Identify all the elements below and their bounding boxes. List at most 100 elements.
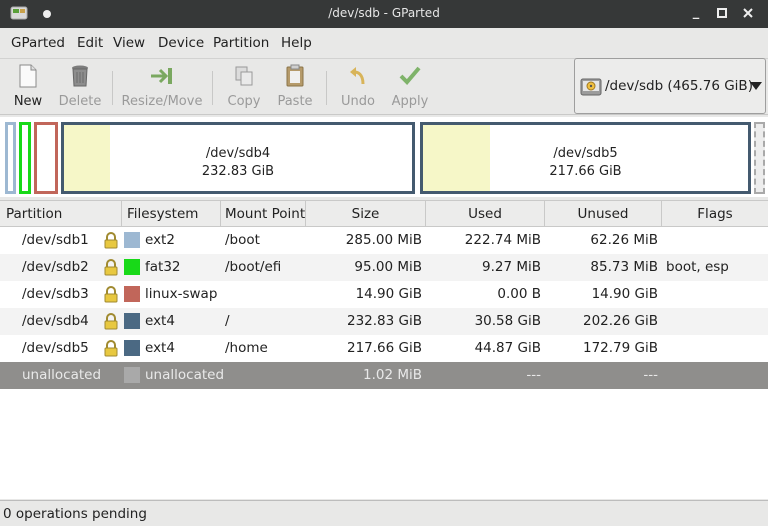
column-header-partition[interactable]: Partition (0, 201, 122, 227)
lock-icon (104, 313, 118, 330)
partition-map-sdb1[interactable] (5, 122, 16, 194)
maximize-button[interactable] (712, 3, 732, 23)
menu-edit[interactable]: Edit (77, 35, 103, 51)
table-row[interactable]: /dev/sdb1 ext2 /boot 285.00 MiB 222.74 M… (0, 227, 768, 254)
table-row[interactable]: /dev/sdb3 linux-swap 14.90 GiB 0.00 B 14… (0, 281, 768, 308)
cell-partition: /dev/sdb2 (22, 259, 89, 275)
cell-partition: unallocated (22, 367, 102, 383)
partition-map-sdb4[interactable]: /dev/sdb4 232.83 GiB (61, 122, 415, 194)
filesystem-color-swatch (124, 259, 140, 275)
minimize-button[interactable]: _ (686, 3, 706, 23)
partition-name: /dev/sdb5 (553, 146, 618, 161)
filesystem-color-swatch (124, 340, 140, 356)
cell-used: 30.58 GiB (474, 313, 541, 329)
menu-view[interactable]: View (113, 35, 145, 51)
undo-label: Undo (341, 94, 375, 109)
partition-size: 232.83 GiB (201, 164, 275, 179)
column-header-mount-point[interactable]: Mount Point (221, 201, 306, 227)
resize-move-button[interactable]: Resize/Move (120, 61, 204, 113)
table-row[interactable]: /dev/sdb2 fat32 /boot/efi 95.00 MiB 9.27… (0, 254, 768, 281)
cell-mount-point: / (225, 313, 230, 329)
apply-button[interactable]: Apply (387, 61, 433, 113)
close-button[interactable] (738, 3, 758, 23)
column-header-filesystem[interactable]: Filesystem (122, 201, 221, 227)
partition-map-unallocated[interactable] (754, 122, 765, 194)
cell-size: 232.83 GiB (346, 313, 422, 329)
lock-icon (104, 232, 118, 249)
partition-map-sdb2[interactable] (19, 122, 31, 194)
device-selector[interactable]: /dev/sdb (465.76 GiB) (574, 58, 766, 114)
menubar: GParted Edit View Device Partition Help (0, 28, 768, 58)
filesystem-color-swatch (124, 286, 140, 302)
table-row[interactable]: /dev/sdb5 ext4 /home 217.66 GiB 44.87 Gi… (0, 335, 768, 362)
resize-move-icon (151, 68, 172, 84)
cell-filesystem: ext4 (145, 340, 175, 356)
menu-partition[interactable]: Partition (213, 35, 269, 51)
undo-icon (350, 67, 365, 85)
column-header-size[interactable]: Size (306, 201, 426, 227)
filesystem-color-swatch (124, 367, 140, 383)
partition-name: /dev/sdb4 (205, 146, 271, 161)
filesystem-color-swatch (124, 232, 140, 248)
dropdown-arrow-icon (750, 82, 762, 90)
partition-table: /dev/sdb1 ext2 /boot 285.00 MiB 222.74 M… (0, 227, 768, 499)
cell-partition: /dev/sdb4 (22, 313, 89, 329)
menu-gparted[interactable]: GParted (11, 35, 65, 51)
new-document-icon (19, 64, 37, 88)
partition-map-sdb5[interactable]: /dev/sdb5 217.66 GiB (420, 122, 751, 194)
undo-button[interactable]: Undo (336, 61, 380, 113)
cell-used: --- (526, 367, 541, 383)
cell-unused: 172.79 GiB (582, 340, 658, 356)
cell-size: 285.00 MiB (345, 232, 422, 248)
cell-filesystem: unallocated (145, 367, 225, 383)
cell-partition: /dev/sdb1 (22, 232, 89, 248)
lock-icon (104, 340, 118, 357)
table-row[interactable]: /dev/sdb4 ext4 / 232.83 GiB 30.58 GiB 20… (0, 308, 768, 335)
maximize-icon (717, 8, 727, 18)
cell-size: 95.00 MiB (354, 259, 422, 275)
window-title: /dev/sdb - GParted (328, 6, 440, 20)
partition-size: 217.66 GiB (549, 164, 622, 179)
hard-disk-icon (580, 78, 602, 96)
partition-map-sdb3[interactable] (34, 122, 58, 194)
new-button[interactable]: New (6, 61, 50, 113)
partition-map-sdb5-text: /dev/sdb5 217.66 GiB (423, 145, 748, 181)
status-bar: 0 operations pending (0, 500, 768, 526)
cell-unused: 14.90 GiB (591, 286, 658, 302)
column-header-flags[interactable]: Flags (662, 201, 768, 227)
menu-help[interactable]: Help (281, 35, 312, 51)
lock-icon (104, 286, 118, 303)
cell-used: 222.74 MiB (464, 232, 541, 248)
cell-unused: --- (643, 367, 658, 383)
cell-used: 0.00 B (497, 286, 541, 302)
paste-icon (286, 64, 304, 87)
column-header-unused[interactable]: Unused (545, 201, 662, 227)
toolbar-separator (326, 71, 327, 105)
column-header-used[interactable]: Used (426, 201, 545, 227)
cell-used: 44.87 GiB (474, 340, 541, 356)
device-label: /dev/sdb (465.76 GiB) (605, 78, 753, 94)
filesystem-color-swatch (124, 313, 140, 329)
cell-mount-point: /boot (225, 232, 260, 248)
cell-size: 14.90 GiB (355, 286, 422, 302)
menu-device[interactable]: Device (158, 35, 204, 51)
window-titlebar: /dev/sdb - GParted _ (0, 0, 768, 28)
copy-button[interactable]: Copy (222, 61, 266, 113)
cell-flags: boot, esp (666, 259, 729, 275)
delete-label: Delete (58, 94, 102, 109)
cell-filesystem: fat32 (145, 259, 181, 275)
cell-used: 9.27 MiB (481, 259, 541, 275)
close-icon (743, 8, 753, 18)
cell-mount-point: /home (225, 340, 268, 356)
delete-button[interactable]: Delete (56, 61, 104, 113)
table-row-selected[interactable]: unallocated unallocated 1.02 MiB --- --- (0, 362, 768, 389)
checkmark-icon (399, 66, 421, 85)
cell-unused: 85.73 MiB (590, 259, 658, 275)
cell-unused: 202.26 GiB (582, 313, 658, 329)
apply-label: Apply (391, 94, 429, 109)
paste-button[interactable]: Paste (273, 61, 317, 113)
cell-filesystem: ext4 (145, 313, 175, 329)
toolbar-separator (212, 71, 213, 105)
cell-partition: /dev/sdb5 (22, 340, 89, 356)
copy-icon (235, 66, 253, 86)
